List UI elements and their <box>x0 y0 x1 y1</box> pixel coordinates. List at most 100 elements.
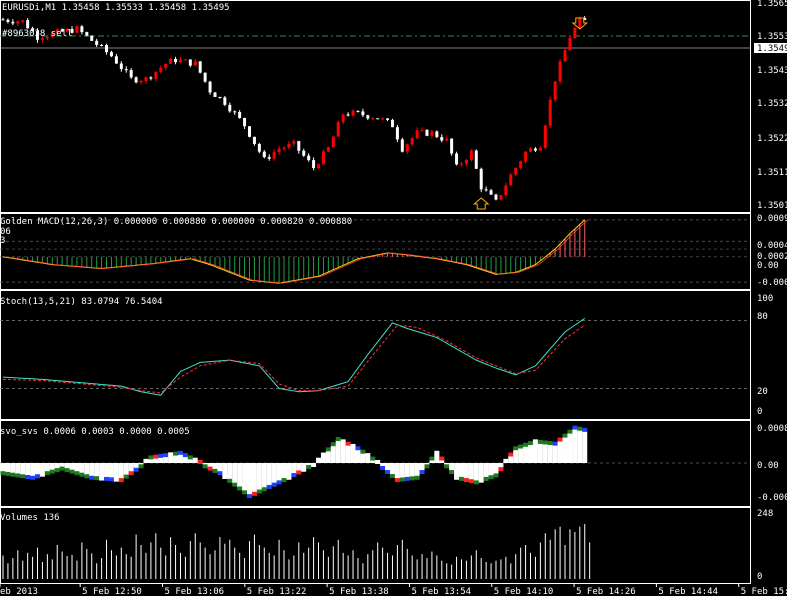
y-tick-label: 100 <box>757 294 773 304</box>
y-tick-label: 0.0004 <box>757 241 787 251</box>
candle-body <box>326 147 330 152</box>
svs-bar <box>271 463 277 484</box>
candle-body <box>16 21 20 24</box>
svs-bar <box>488 463 494 477</box>
svs-bar <box>276 463 282 482</box>
svs-bar <box>409 463 415 478</box>
svs-bar-cap <box>478 478 484 483</box>
candle-body <box>238 112 242 118</box>
svs-bar-cap <box>212 468 218 473</box>
candle-body <box>312 160 316 169</box>
svs-bar <box>217 463 223 473</box>
svs-bar-cap <box>153 454 159 459</box>
candle-body <box>331 136 335 148</box>
y-tick-label: 1.35530 <box>757 32 787 42</box>
svs-bar <box>385 463 391 472</box>
svs-bar <box>20 463 26 476</box>
svs-bar-cap <box>202 464 208 469</box>
svs-bar-cap <box>449 470 455 475</box>
svs-bar <box>399 463 405 479</box>
svs-bar-cap <box>237 486 243 491</box>
candle-body <box>469 150 473 160</box>
candle-body <box>524 151 528 162</box>
trading-chart[interactable]: 1.35650 1.35530 1.35495 1.35430 1.35320 1.352… <box>0 0 787 596</box>
svs-bar-cap <box>104 476 110 481</box>
svs-bar-cap <box>35 474 41 479</box>
svs-bar <box>518 447 524 463</box>
svs-bar <box>360 452 366 463</box>
candle-body <box>124 69 128 71</box>
svs-bar-cap <box>108 477 114 482</box>
svs-bar-cap <box>59 466 65 471</box>
candle-body <box>80 26 84 33</box>
svs-bar-cap <box>385 470 391 475</box>
svs-bar-cap <box>340 439 346 444</box>
candle-body <box>519 161 523 168</box>
candle-body <box>514 167 518 175</box>
y-tick-label: 0.0008 <box>757 424 787 434</box>
svs-bar-cap <box>394 478 400 483</box>
svs-bar <box>394 463 400 480</box>
svs-bar-cap <box>552 441 558 446</box>
svs-bar-cap <box>301 467 307 472</box>
svs-bar <box>242 463 248 492</box>
x-tick-label: eb 2013 <box>0 587 38 596</box>
x-tick-label: 5 Feb 13:22 <box>247 587 307 596</box>
svs-bar-cap <box>429 456 435 461</box>
svs-bar <box>508 455 514 463</box>
svs-bar <box>123 463 129 476</box>
candle-body <box>218 96 222 98</box>
candle-body <box>563 50 567 62</box>
svs-bar <box>365 456 371 463</box>
svs-bar <box>582 430 588 463</box>
svs-bar <box>404 463 410 478</box>
svs-bar <box>414 463 420 477</box>
svs-bar-cap <box>281 478 287 483</box>
svs-bar <box>542 443 548 463</box>
svs-bar <box>547 444 553 463</box>
candle-body <box>317 164 321 169</box>
svs-bar <box>493 463 499 475</box>
svs-bar-cap <box>266 484 272 489</box>
candle-body <box>553 81 557 100</box>
svs-bar-cap <box>380 466 386 471</box>
candle-body <box>395 127 399 140</box>
y-tick-label: 0 <box>757 572 762 582</box>
svs-bar-cap <box>557 437 563 442</box>
svs-bar-cap <box>439 456 445 461</box>
candle-body <box>272 152 276 159</box>
candle-body <box>474 150 478 169</box>
candle-body <box>100 44 104 46</box>
svs-bar <box>345 444 351 463</box>
candle-body <box>459 163 463 165</box>
candle-body <box>287 143 291 148</box>
svs-bar-cap <box>276 480 282 485</box>
svs-bar <box>247 463 252 496</box>
candle-body <box>233 111 237 113</box>
svs-bar-cap <box>30 475 36 480</box>
candle-body <box>543 125 547 148</box>
candle-body <box>228 104 232 112</box>
x-tick-label: 5 Feb 13:06 <box>164 587 224 596</box>
svs-bar-cap <box>271 482 277 487</box>
svs-bar <box>261 463 267 489</box>
svs-bar-cap <box>311 463 317 467</box>
candle-body <box>154 71 158 79</box>
svs-bar-cap <box>414 475 420 480</box>
svs-bar-cap <box>345 441 351 446</box>
svs-bar <box>434 453 440 463</box>
order-annotation: #8963038 sell <box>2 29 72 39</box>
candle-body <box>390 119 394 128</box>
candle-body <box>336 122 340 137</box>
x-tick-label: 5 Feb 13:38 <box>329 587 389 596</box>
svs-bar-cap <box>547 441 553 446</box>
candle-body <box>134 77 138 83</box>
svs-bar-cap <box>488 475 494 480</box>
svs-bar-cap <box>424 464 430 469</box>
svs-bar-cap <box>44 471 50 476</box>
svs-bar-cap <box>94 476 100 481</box>
svs-bar <box>458 463 464 478</box>
y-tick-label: 0.00 <box>757 461 779 471</box>
svs-bar-cap <box>493 473 499 478</box>
svs-bar-cap <box>306 465 312 470</box>
